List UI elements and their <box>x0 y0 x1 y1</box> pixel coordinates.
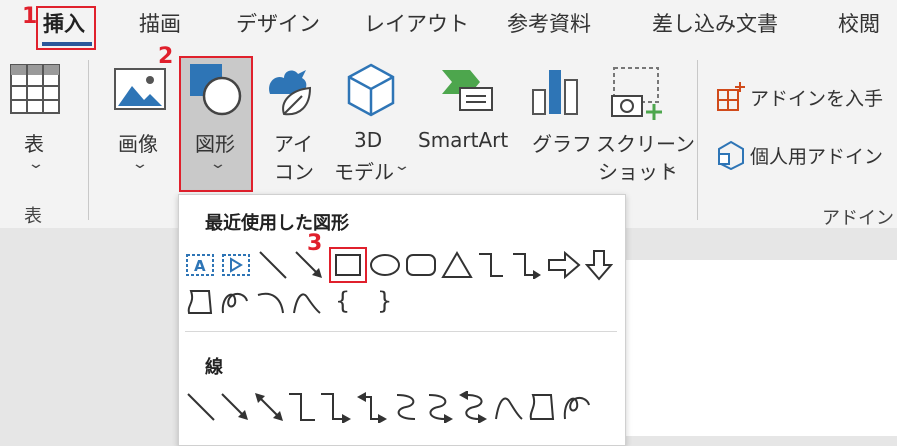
arc-icon[interactable] <box>255 287 287 317</box>
icons-label-line1: アイ <box>274 132 313 156</box>
chevron-down-icon: ⌄ <box>131 156 149 172</box>
curved-arrow-connector-icon[interactable] <box>423 391 455 423</box>
shapes-label: 図形 <box>195 132 235 156</box>
group-label-addins: アドイン <box>822 208 894 229</box>
chart-icon <box>532 70 578 115</box>
table-icon <box>10 64 60 114</box>
chart-label: グラフ <box>532 132 592 156</box>
elbow-connector-icon[interactable] <box>477 251 505 279</box>
svg-text:A: A <box>194 257 206 275</box>
triangle-icon[interactable] <box>441 251 473 279</box>
elbow-arrow-connector-icon[interactable] <box>511 251 543 279</box>
oval-icon[interactable] <box>369 253 401 277</box>
freeform-shape-icon[interactable] <box>185 287 215 317</box>
left-brace-icon[interactable]: { <box>335 287 350 315</box>
my-addins-icon <box>718 140 744 170</box>
chevron-down-icon: ⌄ <box>27 156 45 172</box>
scribble-icon[interactable] <box>219 287 251 317</box>
text-box-icon[interactable]: A <box>185 253 215 277</box>
right-arrow-icon[interactable] <box>547 251 581 279</box>
3d-models-label-line1: 3D <box>354 128 383 152</box>
rounded-rectangle-icon[interactable] <box>405 253 437 277</box>
shapes-dropdown: 最近使用した図形 A 3 {} 線 <box>178 194 626 446</box>
scribble-icon[interactable] <box>561 391 593 423</box>
elbow-connector-icon[interactable] <box>287 391 317 423</box>
table-label: 表 <box>24 132 44 156</box>
lines-heading: 線 <box>205 357 223 378</box>
highlight-box-insert-tab <box>36 6 96 50</box>
smartart-icon <box>442 70 493 111</box>
callout-number-2: 2 <box>158 44 174 69</box>
group-separator <box>88 60 89 220</box>
3d-cube-icon <box>347 63 395 117</box>
get-addins-icon <box>717 82 745 111</box>
tab-review[interactable]: 校閲 <box>838 8 880 38</box>
line-icon[interactable] <box>257 249 289 281</box>
group-separator <box>697 60 698 220</box>
curve-icon[interactable] <box>291 287 323 317</box>
tab-design[interactable]: デザイン <box>236 8 320 38</box>
line-icon[interactable] <box>185 391 217 423</box>
tab-references[interactable]: 参考資料 <box>507 8 591 38</box>
3d-models-label-line2: モデル <box>334 160 394 184</box>
icons-icon <box>269 70 312 116</box>
get-addins-label: アドインを入手 <box>750 88 884 110</box>
elbow-arrow-connector-icon[interactable] <box>319 391 353 423</box>
section-divider <box>185 331 617 332</box>
document-page[interactable] <box>624 260 897 436</box>
shapes-icon <box>190 64 242 116</box>
double-arrow-line-icon[interactable] <box>253 391 285 423</box>
chevron-down-icon: ⌄ <box>209 156 227 172</box>
callout-number-1: 1 <box>22 4 38 29</box>
arrow-line-icon[interactable] <box>219 391 251 423</box>
ribbon-tab-bar: 挿入 描画 デザイン レイアウト 参考資料 差し込み文書 校閲 <box>0 0 897 52</box>
screenshot-label-line1: スクリーン <box>596 132 695 156</box>
picture-label: 画像 <box>118 132 158 156</box>
recent-shapes-heading: 最近使用した図形 <box>205 213 349 234</box>
curve-icon[interactable] <box>493 391 525 423</box>
rectangle-icon[interactable] <box>334 253 362 277</box>
tab-layout[interactable]: レイアウト <box>364 8 469 38</box>
chevron-down-icon: ⌄ <box>661 158 679 174</box>
icons-label-line2: コン <box>274 160 314 184</box>
my-addins-label: 個人用アドイン <box>750 146 884 168</box>
curved-double-arrow-connector-icon[interactable] <box>457 391 491 423</box>
elbow-double-arrow-connector-icon[interactable] <box>355 391 389 423</box>
vertical-text-box-icon[interactable] <box>221 253 251 277</box>
right-brace-icon[interactable]: } <box>377 287 392 315</box>
smartart-label: SmartArt <box>418 128 509 152</box>
callout-number-3: 3 <box>307 231 323 256</box>
picture-icon <box>114 68 166 110</box>
screenshot-icon <box>611 67 662 120</box>
tab-draw[interactable]: 描画 <box>139 8 181 38</box>
freeform-shape-icon[interactable] <box>527 391 557 423</box>
tab-mailings[interactable]: 差し込み文書 <box>652 8 778 38</box>
chevron-down-icon: ⌄ <box>393 158 411 174</box>
group-label-table: 表 <box>24 206 42 227</box>
down-arrow-icon[interactable] <box>585 249 613 281</box>
curved-connector-icon[interactable] <box>391 391 421 423</box>
